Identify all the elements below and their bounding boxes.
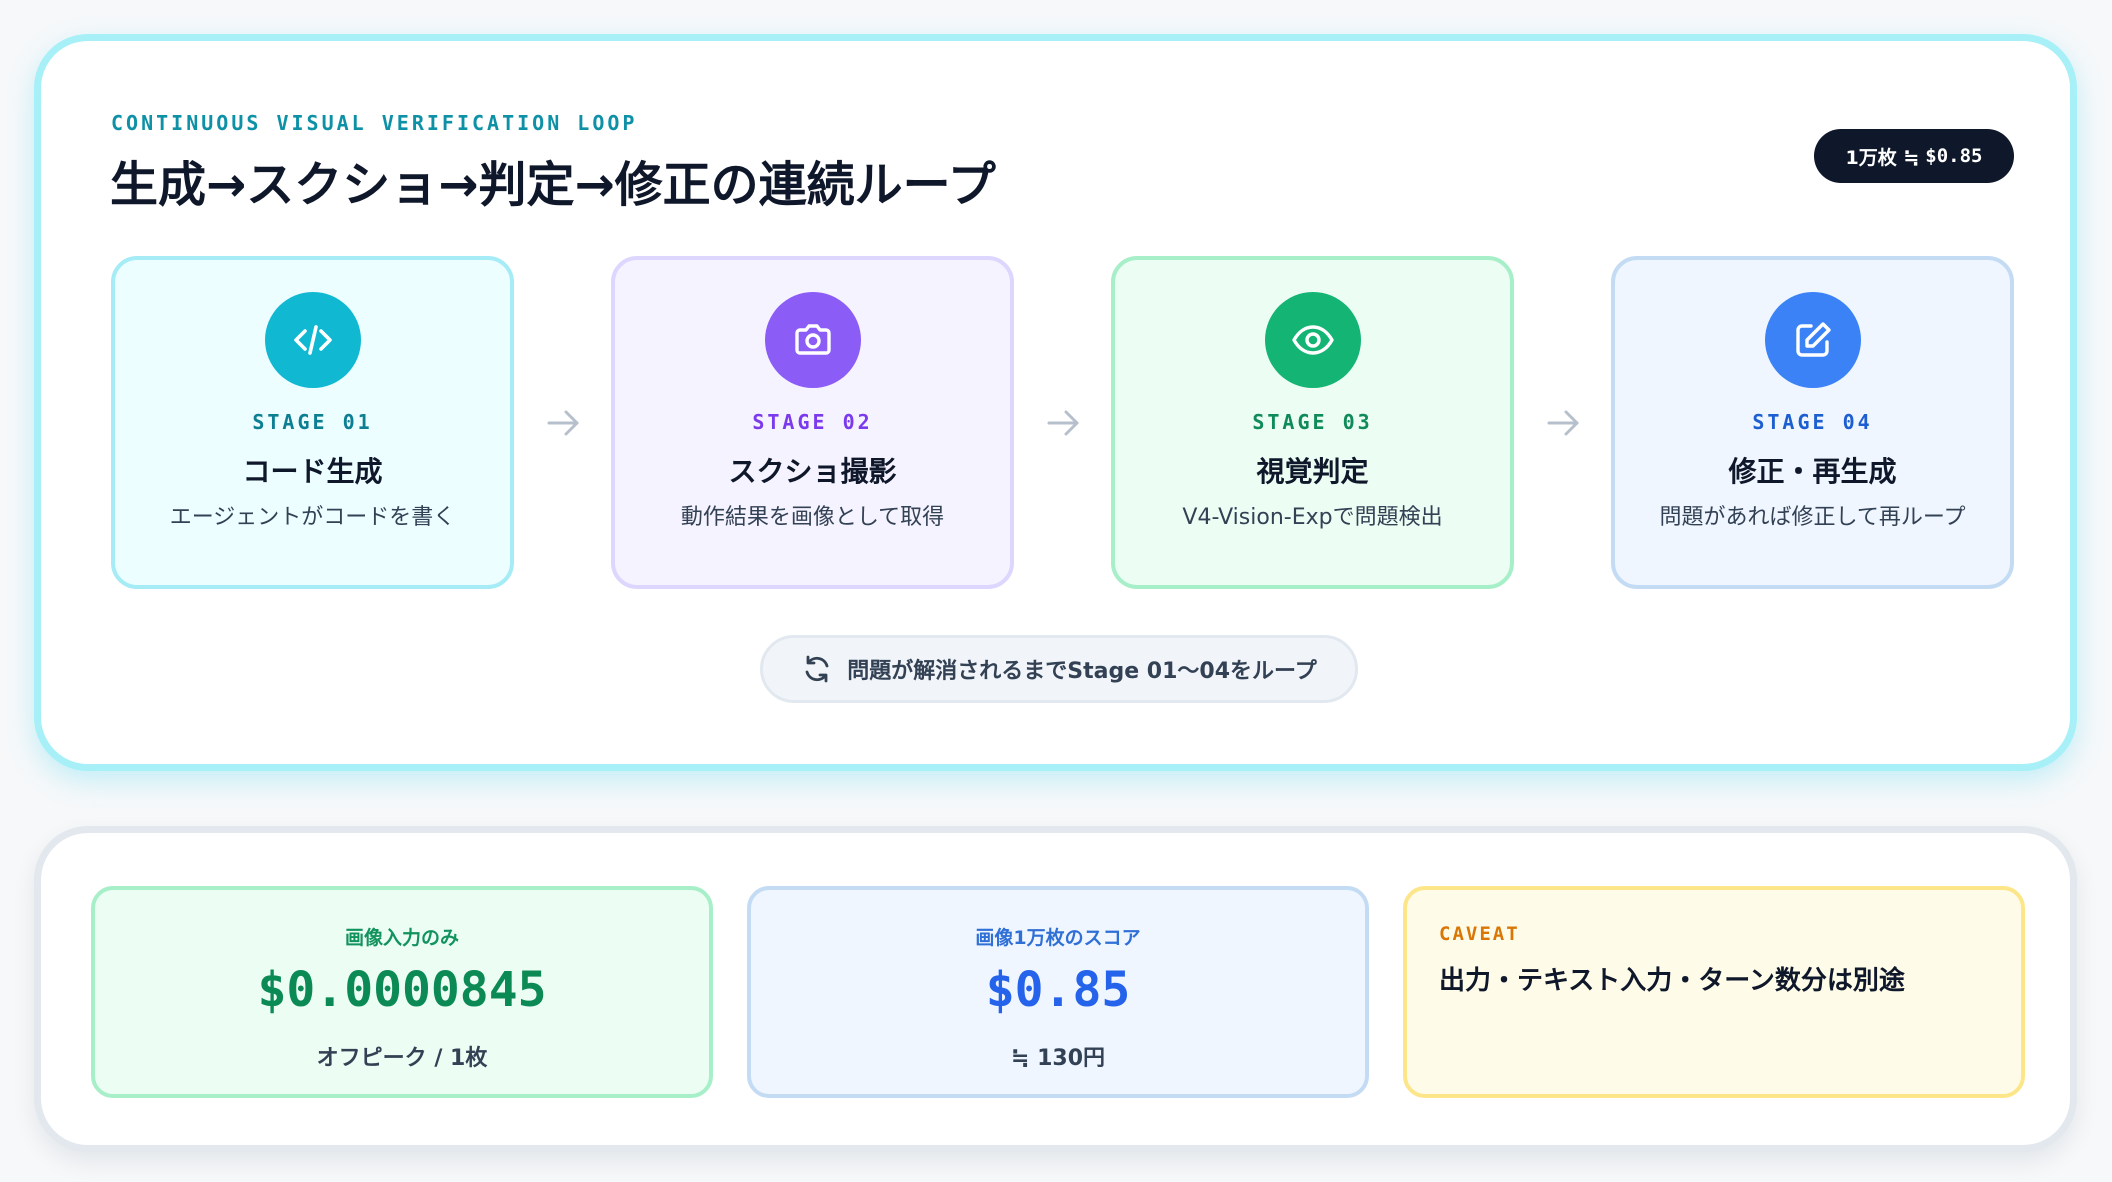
card-sub: オフピーク / 1枚 [316, 1046, 488, 1071]
stage-card-02: STAGE 02 スクショ撮影 動作結果を画像として取得 [611, 256, 1014, 589]
card-sub: ≒ 130円 [1010, 1046, 1106, 1071]
score-card: 画像1万枚のスコア $0.85 ≒ 130円 [747, 886, 1369, 1098]
loop-note-pill: 問題が解消されるまでStage 01〜04をループ [760, 635, 1358, 703]
code-icon [264, 292, 361, 388]
stage-label: STAGE 03 [1252, 410, 1373, 434]
edit-icon [1764, 292, 1861, 388]
stage-name: スクショ撮影 [728, 455, 897, 488]
caveat-note: 出力・テキスト入力・ターン数分は別途 [1439, 966, 1905, 996]
stage-desc: 動作結果を画像として取得 [680, 505, 945, 530]
card-heading: 画像1万枚のスコア [975, 927, 1141, 949]
caveat-card: CAVEAT 出力・テキスト入力・ターン数分は別途 [1403, 886, 2025, 1098]
rate-badge-prefix: 1万枚 ≒ [1845, 146, 1920, 169]
card-heading: 画像入力のみ [344, 927, 459, 949]
stage-card-01: STAGE 01 コード生成 エージェントがコードを書く [111, 256, 514, 589]
stage-name: コード生成 [242, 455, 383, 488]
arrow-right-icon [1543, 403, 1583, 443]
stage-card-04: STAGE 04 修正・再生成 問題があれば修正して再ループ [1611, 256, 2014, 589]
stage-desc: V4-Vision-Expで問題検出 [1182, 505, 1443, 530]
refresh-icon [805, 655, 829, 683]
card-heading: CAVEAT [1439, 923, 1520, 945]
loop-note-text: 問題が解消されるまでStage 01〜04をループ [847, 659, 1317, 684]
card-value: $0.0000845 [257, 962, 547, 1018]
stage-label: STAGE 04 [1752, 410, 1873, 434]
rate-badge: 1万枚 ≒ $0.85 [1814, 129, 2014, 183]
camera-icon [764, 292, 861, 388]
eyebrow: CONTINUOUS VISUAL VERIFICATION LOOP [111, 111, 638, 135]
image-only-card: 画像入力のみ $0.0000845 オフピーク / 1枚 [91, 886, 713, 1098]
page-title: 生成→スクショ→判定→修正の連続ループ [110, 157, 996, 213]
arrow-right-icon [543, 403, 583, 443]
arrow-right-icon [1043, 403, 1083, 443]
pricing-panel: 画像入力のみ $0.0000845 オフピーク / 1枚 画像1万枚のスコア $… [34, 826, 2077, 1152]
loop-panel: CONTINUOUS VISUAL VERIFICATION LOOP 生成→ス… [34, 34, 2077, 771]
stage-desc: エージェントがコードを書く [169, 505, 456, 530]
stage-name: 修正・再生成 [1728, 455, 1897, 488]
stage-label: STAGE 02 [752, 410, 873, 434]
eye-icon [1264, 292, 1361, 388]
rate-badge-value: $0.85 [1925, 145, 1983, 167]
card-value: $0.85 [985, 962, 1131, 1018]
stage-desc: 問題があれば修正して再ループ [1659, 505, 1966, 530]
stage-name: 視覚判定 [1256, 455, 1369, 488]
stage-label: STAGE 01 [252, 410, 373, 434]
stage-card-03: STAGE 03 視覚判定 V4-Vision-Expで問題検出 [1111, 256, 1514, 589]
